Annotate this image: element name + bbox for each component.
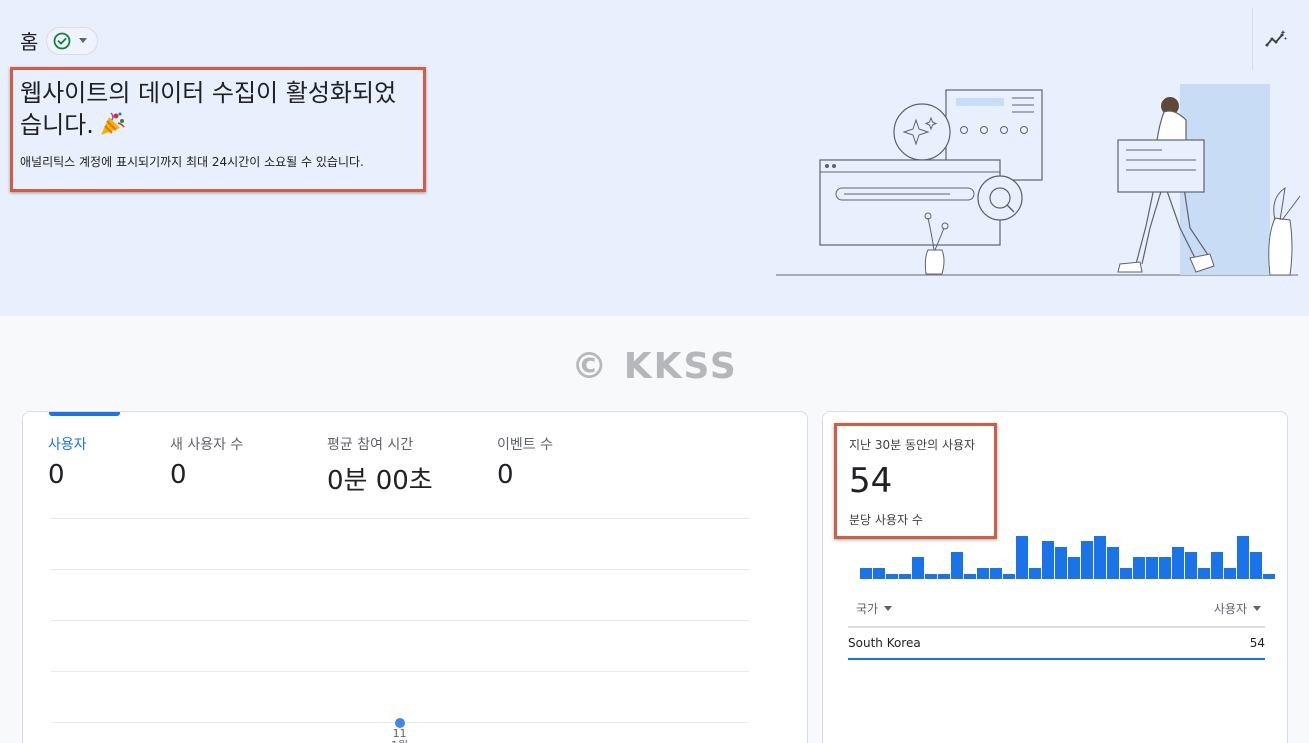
activation-headline: 웹사이트의 데이터 수집이 활성화되었습니다. xyxy=(20,79,397,139)
party-popper-icon xyxy=(100,112,125,135)
minute-bar[interactable] xyxy=(886,574,898,579)
minute-bar[interactable] xyxy=(1003,574,1015,579)
caret-down-icon xyxy=(884,606,893,611)
minute-bar[interactable] xyxy=(977,568,989,579)
users-per-minute-chart xyxy=(860,532,1275,579)
caret-down-icon xyxy=(1253,606,1261,611)
realtime-card: 지난 30분 동안의 사용자 54 분당 사용자 수 국가 사용자 South … xyxy=(822,411,1288,743)
realtime-summary: 지난 30분 동안의 사용자 54 분당 사용자 수 xyxy=(834,423,997,539)
minute-bar[interactable] xyxy=(873,568,885,579)
realtime-table-header: 국가 사용자 xyxy=(848,598,1265,628)
insights-button[interactable] xyxy=(1262,26,1290,54)
chart-gridline xyxy=(51,569,749,570)
status-dropdown[interactable] xyxy=(46,26,99,55)
minute-bar[interactable] xyxy=(1120,568,1132,579)
minute-bar[interactable] xyxy=(1094,536,1106,579)
minute-bar[interactable] xyxy=(1198,568,1210,579)
minute-bar[interactable] xyxy=(1250,552,1262,579)
minute-bar[interactable] xyxy=(925,574,937,579)
minute-bar[interactable] xyxy=(1029,568,1041,579)
minute-bar[interactable] xyxy=(1016,536,1028,579)
realtime-title: 지난 30분 동안의 사용자 xyxy=(849,438,976,452)
metric-label: 새 사용자 수 xyxy=(170,437,244,453)
realtime-value: 54 xyxy=(849,461,893,501)
row-users: 54 xyxy=(1249,636,1265,650)
row-country: South Korea xyxy=(848,636,921,650)
realtime-subtitle: 분당 사용자 수 xyxy=(849,513,923,527)
minute-bar[interactable] xyxy=(1211,552,1223,579)
metric-label: 평균 참여 시간 xyxy=(327,437,414,453)
minute-bar[interactable] xyxy=(1159,557,1171,579)
caret-down-icon xyxy=(79,38,88,43)
watermark: © KKSS xyxy=(571,346,738,387)
metric-label: 사용자 xyxy=(48,437,87,453)
metric-users[interactable]: 사용자 0 xyxy=(48,434,87,490)
chart-gridline xyxy=(51,620,749,621)
metric-value: 0분 00초 xyxy=(327,466,433,496)
minute-bar[interactable] xyxy=(938,574,950,579)
metric-new-users[interactable]: 새 사용자 수 0 xyxy=(170,434,243,490)
minute-bar[interactable] xyxy=(1172,547,1184,579)
minute-bar[interactable] xyxy=(1055,547,1067,579)
minute-bar[interactable] xyxy=(1224,568,1236,579)
activation-message: 웹사이트의 데이터 수집이 활성화되었습니다. 애널리틱스 계정에 표시되기까지… xyxy=(10,67,426,192)
minute-bar[interactable] xyxy=(1107,547,1119,579)
chart-x-label: 11 1월 xyxy=(391,727,408,743)
minute-bar[interactable] xyxy=(1068,557,1080,579)
minute-bar[interactable] xyxy=(860,568,872,579)
minute-bar[interactable] xyxy=(990,568,1002,579)
metric-value: 0 xyxy=(497,460,514,490)
metric-label: 이벤트 수 xyxy=(497,437,553,453)
page-header: 홈 xyxy=(20,26,99,55)
metric-avg-engagement[interactable]: 평균 참여 시간 0분 00초 xyxy=(327,434,433,497)
minute-bar[interactable] xyxy=(951,552,963,579)
minute-bar[interactable] xyxy=(1263,574,1275,579)
hero-banner: 홈 웹사이트의 데이터 수집이 활성화되었습니다. 애널리틱스 계정에 표시되기… xyxy=(0,0,1309,316)
active-tab-indicator xyxy=(49,412,120,416)
minute-bar[interactable] xyxy=(899,574,911,579)
minute-bar[interactable] xyxy=(964,574,976,579)
minute-bar[interactable] xyxy=(1185,552,1197,579)
column-users[interactable]: 사용자 xyxy=(1214,600,1261,617)
minute-bar[interactable] xyxy=(1081,541,1093,579)
page-title: 홈 xyxy=(20,30,39,54)
metric-events[interactable]: 이벤트 수 0 xyxy=(497,434,553,490)
minute-bar[interactable] xyxy=(1042,541,1054,579)
insights-icon xyxy=(1265,30,1287,47)
minute-bar[interactable] xyxy=(1237,536,1249,579)
chart-gridline xyxy=(51,518,749,519)
minute-bar[interactable] xyxy=(912,557,924,579)
header-divider xyxy=(1252,8,1253,70)
hero-illustration xyxy=(776,84,1301,276)
activation-subtext: 애널리틱스 계정에 표시되기까지 최대 24시간이 소요될 수 있습니다. xyxy=(20,155,364,169)
chart-gridline xyxy=(51,671,749,672)
column-country[interactable]: 국가 xyxy=(856,600,893,617)
metric-value: 0 xyxy=(170,460,187,490)
check-circle-icon xyxy=(54,32,71,49)
minute-bar[interactable] xyxy=(1133,557,1145,579)
metric-value: 0 xyxy=(48,460,65,490)
minute-bar[interactable] xyxy=(1146,557,1158,579)
overview-card: 사용자 0 새 사용자 수 0 평균 참여 시간 0분 00초 이벤트 수 0 … xyxy=(22,411,808,743)
table-row[interactable]: South Korea 54 xyxy=(848,628,1265,660)
